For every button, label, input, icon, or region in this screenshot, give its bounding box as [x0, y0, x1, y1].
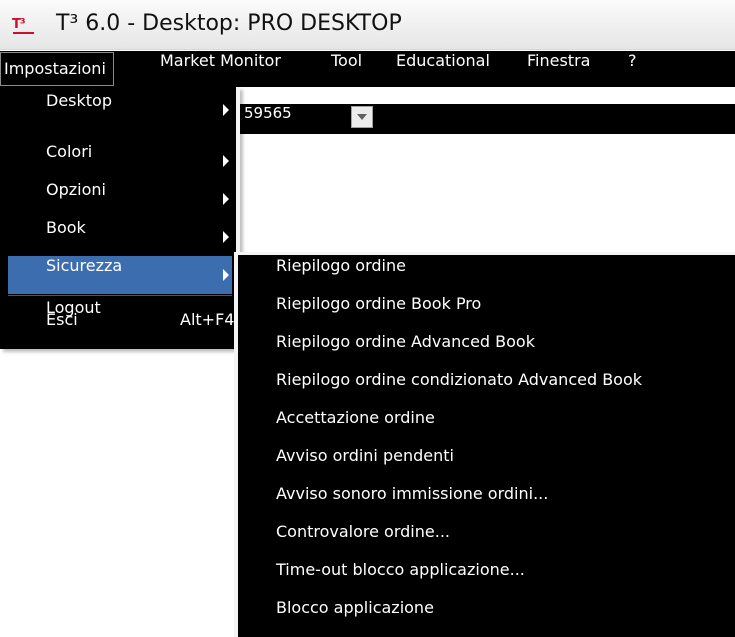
- submenu-item-controvalore-ordine[interactable]: Controvalore ordine...: [238, 522, 735, 560]
- submenu-arrow-icon: [223, 104, 229, 116]
- submenu-item-label: Accettazione ordine: [276, 408, 435, 427]
- menu-separator: [8, 295, 232, 296]
- menu-item-sicurezza[interactable]: Sicurezza: [8, 256, 232, 294]
- submenu-item-timeout-blocco[interactable]: Time-out blocco applicazione...: [238, 560, 735, 598]
- submenu-item-label: Riepilogo ordine Book Pro: [276, 294, 482, 313]
- menu-item-label: Esci: [46, 310, 78, 329]
- menu-item-book[interactable]: Book: [8, 218, 232, 256]
- submenu-item-label: Blocco applicazione: [276, 598, 434, 617]
- submenu-item-accettazione-ordine[interactable]: Accettazione ordine: [238, 408, 735, 446]
- submenu-item-avviso-sonoro[interactable]: Avviso sonoro immissione ordini...: [238, 484, 735, 522]
- menu-item-colori[interactable]: Colori: [8, 142, 232, 180]
- menu-item-desktop[interactable]: Desktop: [8, 91, 232, 129]
- menu-tool[interactable]: Tool: [331, 51, 362, 87]
- menu-item-esci[interactable]: Esci Alt+F4: [8, 310, 235, 348]
- shortcut-label: Alt+F4: [180, 310, 235, 329]
- submenu-item-label: Riepilogo ordine condizionato Advanced B…: [276, 370, 643, 389]
- submenu-item-label: Avviso sonoro immissione ordini...: [276, 484, 549, 503]
- submenu-item-riepilogo-advanced-book[interactable]: Riepilogo ordine Advanced Book: [238, 332, 735, 370]
- submenu-item-label: Avviso ordini pendenti: [276, 446, 454, 465]
- submenu-arrow-icon: [223, 269, 229, 281]
- menu-finestra[interactable]: Finestra: [527, 51, 590, 87]
- menu-bar: Impostazioni Market Monitor Tool Educati…: [0, 51, 735, 87]
- submenu-arrow-icon: [223, 193, 229, 205]
- submenu-item-label: Riepilogo ordine: [276, 256, 406, 275]
- submenu-item-riepilogo-ordine[interactable]: Riepilogo ordine: [238, 256, 735, 294]
- submenu-item-label: Controvalore ordine...: [276, 522, 450, 541]
- menu-item-label: Desktop: [46, 91, 112, 110]
- menu-item-label: Sicurezza: [46, 256, 123, 275]
- menu-item-label: Colori: [46, 142, 93, 161]
- submenu-item-riepilogo-book-pro[interactable]: Riepilogo ordine Book Pro: [238, 294, 735, 332]
- submenu-arrow-icon: [223, 155, 229, 167]
- submenu-item-label: Time-out blocco applicazione...: [276, 560, 525, 579]
- menu-educational[interactable]: Educational: [396, 51, 490, 87]
- menu-item-opzioni[interactable]: Opzioni: [8, 180, 232, 218]
- title-bar: T³ T³ 6.0 - Desktop: PRO DESKTOP: [0, 0, 735, 50]
- chevron-down-icon[interactable]: [351, 106, 373, 128]
- menu-help[interactable]: ?: [628, 51, 637, 87]
- t3-logo-icon: T³: [12, 16, 34, 34]
- sicurezza-submenu: Riepilogo ordine Riepilogo ordine Book P…: [234, 252, 735, 637]
- menu-item-label: Book: [46, 218, 86, 237]
- menu-market-monitor[interactable]: Market Monitor: [160, 51, 281, 87]
- menu-item-label: Opzioni: [46, 180, 106, 199]
- submenu-item-blocco-applicazione[interactable]: Blocco applicazione: [238, 598, 735, 636]
- submenu-arrow-icon: [223, 231, 229, 243]
- submenu-item-label: Riepilogo ordine Advanced Book: [276, 332, 535, 351]
- menu-impostazioni[interactable]: Impostazioni: [0, 52, 114, 86]
- submenu-item-avviso-ordini-pendenti[interactable]: Avviso ordini pendenti: [238, 446, 735, 484]
- submenu-item-riepilogo-condizionato[interactable]: Riepilogo ordine condizionato Advanced B…: [238, 370, 735, 408]
- combo-value[interactable]: 59565: [244, 104, 292, 134]
- toolbar-strip: [240, 104, 735, 134]
- window-title: T³ 6.0 - Desktop: PRO DESKTOP: [56, 11, 402, 36]
